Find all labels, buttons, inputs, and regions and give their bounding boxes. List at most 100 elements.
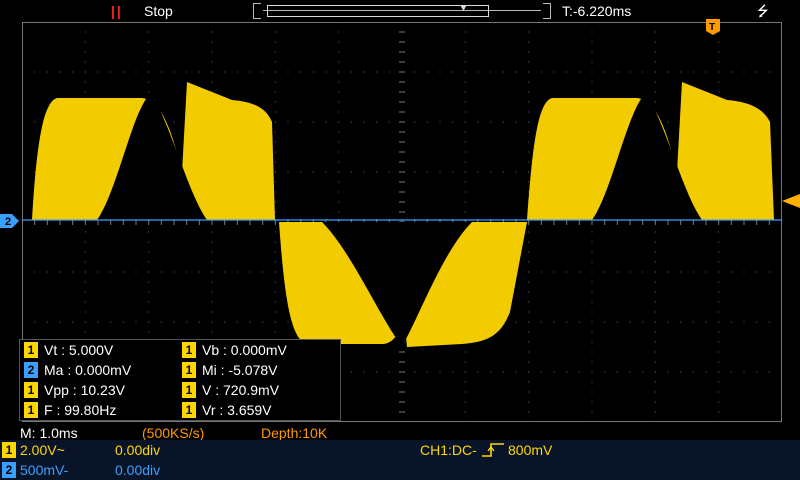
grid-dot — [312, 71, 314, 73]
grid-dot — [84, 301, 86, 303]
trigger-source-label[interactable]: CH1:DC- — [420, 442, 477, 458]
grid-dot — [553, 271, 555, 273]
trigger-position-marker[interactable]: T — [706, 19, 720, 35]
grid-dot — [464, 161, 466, 163]
grid-dot — [591, 391, 593, 393]
grid-dot — [274, 121, 276, 123]
grid-dot — [528, 22, 530, 23]
grid-dot — [173, 121, 175, 123]
grid-dot — [274, 141, 276, 143]
ch2-position-marker[interactable]: 2 — [0, 214, 20, 228]
grid-dot — [502, 171, 504, 173]
grid-dot — [654, 401, 656, 403]
grid-dot — [84, 31, 86, 33]
grid-dot — [249, 71, 251, 73]
ch2-offset[interactable]: 0.00div — [115, 462, 160, 478]
grid-dot — [72, 71, 74, 73]
measurement-item: 1 V : 720.9mV — [182, 382, 279, 402]
grid-dot — [718, 371, 720, 373]
grid-dot — [591, 361, 593, 363]
grid-dot — [680, 371, 682, 373]
measurement-value: Ma : 0.000mV — [44, 362, 132, 378]
measurement-channel-badge: 1 — [24, 342, 38, 358]
grid-dot — [680, 321, 682, 323]
grid-dot — [439, 71, 441, 73]
grid-dot — [34, 121, 36, 123]
measurement-item: 1 Mi : -5.078V — [182, 362, 277, 382]
timebase-value[interactable]: M: 1.0ms — [20, 425, 78, 441]
ch1-offset[interactable]: 0.00div — [115, 442, 160, 458]
trigger-time-offset[interactable]: T:-6.220ms — [562, 3, 631, 19]
grid-dot — [680, 71, 682, 73]
grid-dot — [34, 271, 36, 273]
grid-dot — [528, 141, 530, 143]
grid-dot — [274, 61, 276, 63]
grid-dot — [477, 121, 479, 123]
grid-dot — [186, 321, 188, 323]
grid-dot — [338, 161, 340, 163]
grid-dot — [148, 71, 150, 73]
grid-dot — [718, 421, 720, 422]
grid-dot — [249, 321, 251, 323]
grid-dot — [211, 291, 213, 293]
grid-dot — [274, 51, 276, 53]
trigger-level-marker[interactable] — [782, 194, 800, 208]
memory-depth-value[interactable]: Depth:10K — [261, 425, 327, 441]
grid-dot — [629, 71, 631, 73]
grid-dot — [211, 251, 213, 253]
measurement-item: 1 Vr : 3.659V — [182, 402, 272, 422]
grid-dot — [148, 261, 150, 263]
grid-dot — [528, 101, 530, 103]
grid-dot — [718, 41, 720, 43]
grid-dot — [528, 81, 530, 83]
ch1-scale[interactable]: 2.00V~ — [20, 442, 65, 458]
grid-dot — [654, 51, 656, 53]
ch2-info-row[interactable]: 2 500mV- 0.00div — [0, 460, 800, 480]
grid-dot — [274, 41, 276, 43]
grid-dot — [148, 22, 150, 23]
grid-dot — [312, 171, 314, 173]
measurement-item: 1 F : 99.80Hz — [24, 402, 116, 422]
grid-dot — [528, 51, 530, 53]
grid-dot — [274, 281, 276, 283]
grid-dot — [198, 271, 200, 273]
grid-dot — [730, 71, 732, 73]
grid-dot — [591, 251, 593, 253]
grid-dot — [591, 321, 593, 323]
grid-dot — [338, 61, 340, 63]
grid-dot — [122, 321, 124, 323]
grid-dot — [312, 121, 314, 123]
grid-dot — [464, 391, 466, 393]
grid-dot — [439, 171, 441, 173]
trigger-level-value[interactable]: 800mV — [508, 442, 552, 458]
measurement-value: Vr : 3.659V — [202, 402, 272, 418]
grid-dot — [718, 291, 720, 293]
grid-dot — [72, 321, 74, 323]
grid-dot — [338, 101, 340, 103]
ch2-badge: 2 — [2, 462, 16, 478]
grid-dot — [148, 301, 150, 303]
run-stop-icon[interactable]: || — [111, 3, 123, 19]
grid-dot — [110, 71, 112, 73]
grid-dot — [274, 261, 276, 263]
grid-dot — [692, 71, 694, 73]
run-state-label[interactable]: Stop — [144, 3, 173, 19]
ch2-scale[interactable]: 500mV- — [20, 462, 68, 478]
grid-dot — [211, 231, 213, 233]
grid-dot — [464, 401, 466, 403]
grid-dot — [591, 301, 593, 303]
grid-dot — [718, 61, 720, 63]
grid-dot — [464, 41, 466, 43]
grid-dot — [718, 51, 720, 53]
grid-dot — [578, 271, 580, 273]
grid-dot — [84, 321, 86, 323]
grid-dot — [591, 411, 593, 413]
grid-dot — [464, 61, 466, 63]
grid-dot — [667, 71, 669, 73]
grid-dot — [667, 321, 669, 323]
grid-dot — [59, 271, 61, 273]
grid-dot — [148, 241, 150, 243]
ch1-info-row[interactable]: 1 2.00V~ 0.00div CH1:DC- 800mV — [0, 440, 800, 460]
measurement-channel-badge: 1 — [182, 382, 196, 398]
grid-dot — [84, 271, 86, 273]
